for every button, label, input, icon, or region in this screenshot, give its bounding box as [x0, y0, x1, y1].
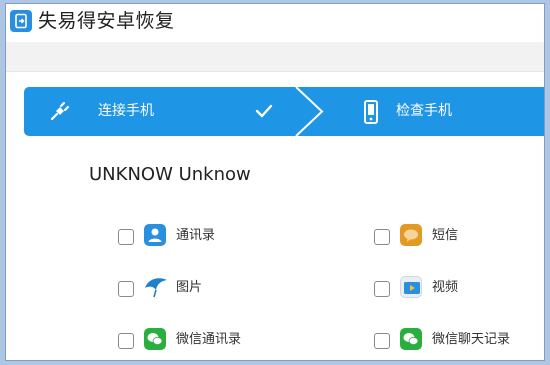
image-icon [144, 276, 167, 298]
video-icon [400, 276, 422, 298]
device-name: UNKNOW Unknow [89, 164, 251, 185]
wechat-icon [144, 328, 166, 350]
wechat-contacts-label: 微信通讯录 [176, 332, 242, 347]
video-checkbox[interactable] [374, 281, 390, 297]
plug-icon [50, 101, 70, 121]
sms-label: 短信 [432, 228, 459, 243]
option-contacts[interactable]: 通讯录 [118, 224, 338, 250]
app-title: 失易得安卓恢复 [38, 10, 175, 32]
images-label: 图片 [176, 280, 203, 295]
step-connect: 连接手机 [24, 87, 294, 136]
app-logo-icon [10, 10, 32, 32]
main-content: 连接手机 检查手机 UNKNOW Unknow 通讯录 短信 图片 视频 微信通… [6, 72, 544, 360]
step-progress-bar: 连接手机 检查手机 [24, 87, 544, 136]
contacts-checkbox[interactable] [118, 229, 134, 245]
option-images[interactable]: 图片 [118, 276, 338, 302]
option-wechat-contacts[interactable]: 微信通讯录 [118, 328, 338, 354]
step-check-label: 检查手机 [396, 103, 452, 119]
images-checkbox[interactable] [118, 281, 134, 297]
phone-icon [364, 100, 378, 124]
checkmark-icon [255, 104, 273, 118]
option-wechat-chat[interactable]: 微信聊天记录 [374, 328, 544, 354]
wechat-contacts-checkbox[interactable] [118, 333, 134, 349]
step-connect-label: 连接手机 [98, 103, 154, 119]
step-check: 检查手机 [329, 87, 544, 136]
toolbar-strip [6, 42, 544, 72]
option-sms[interactable]: 短信 [374, 224, 534, 250]
sms-bubble-icon [400, 224, 422, 246]
option-video[interactable]: 视频 [374, 276, 534, 302]
wechat-chat-checkbox[interactable] [374, 333, 390, 349]
contacts-icon [144, 224, 166, 246]
title-bar: 失易得安卓恢复 [6, 4, 544, 42]
sms-checkbox[interactable] [374, 229, 390, 245]
video-label: 视频 [432, 280, 459, 295]
contacts-label: 通讯录 [176, 228, 216, 243]
app-window: 失易得安卓恢复 连接手机 检查手机 UNKNOW Unknow 通讯录 短信 图… [5, 3, 545, 361]
wechat-icon [400, 328, 422, 350]
wechat-chat-label: 微信聊天记录 [432, 332, 511, 347]
step-arrow-separator [295, 87, 324, 136]
